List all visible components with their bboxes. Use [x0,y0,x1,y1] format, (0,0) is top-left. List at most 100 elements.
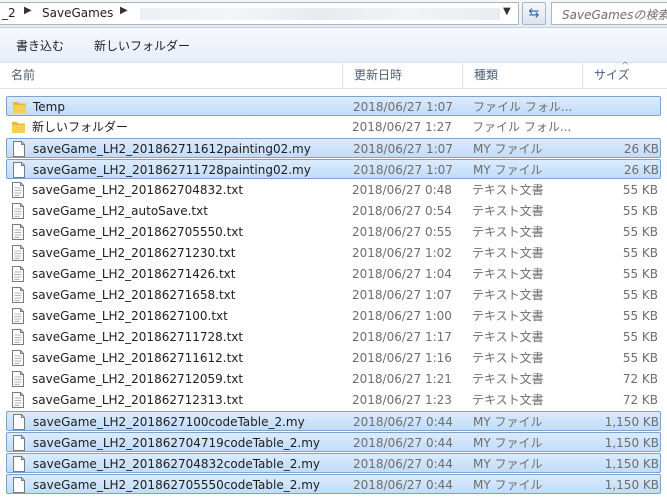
text-file-icon [11,392,25,408]
file-date: 2018/06/27 1:07 [353,100,453,114]
file-size: 1,150 KB [604,436,659,450]
search-input[interactable]: SaveGamesの検索 [551,2,667,25]
file-name: 新しいフォルダー [32,120,129,134]
file-type: テキスト文書 [472,246,544,260]
chevron-down-icon[interactable]: ▼ [503,6,511,17]
address-bar: _2 ▶ SaveGames ▶ ▼ ⇆ SaveGamesの検索 [0,0,667,28]
file-date: 2018/06/27 1:00 [352,309,452,323]
file-date: 2018/06/27 0:44 [353,478,453,492]
breadcrumb[interactable]: _2 ▶ SaveGames ▶ ▼ [0,2,519,25]
file-type: テキスト文書 [472,351,544,365]
burn-button[interactable]: 書き込む [16,37,64,54]
file-row[interactable]: saveGame_LH2_201862704719codeTable_2.my 2… [6,432,661,452]
column-header-date[interactable]: 更新日時 [342,63,462,88]
file-icon [12,141,26,157]
file-date: 2018/06/27 1:17 [352,330,452,344]
file-size [586,117,658,137]
folder-icon [11,119,25,135]
column-header-type[interactable]: 種類 [462,63,582,88]
text-file-icon [11,203,25,219]
file-row[interactable]: saveGame_LH2_201862711612painting02.my 20… [6,138,661,158]
file-name: saveGame_LH2_201862704832.txt [32,183,244,197]
file-row[interactable]: saveGame_LH2_201862705550codeTable_2.my 2… [6,474,661,494]
file-date: 2018/06/27 1:04 [352,267,452,281]
breadcrumb-item[interactable]: _2 [2,6,16,20]
breadcrumb-item[interactable]: SaveGames [42,6,113,20]
file-date: 2018/06/27 0:44 [353,415,453,429]
file-type: MY ファイル [473,436,543,450]
text-file-icon [11,371,25,387]
file-size: 55 KB [622,246,658,260]
folder-icon [12,99,26,115]
file-name: saveGame_LH2_2018627100codeTable_2.my [33,415,305,429]
column-header-name[interactable]: 名前 [0,63,342,88]
file-type: テキスト文書 [472,267,544,281]
chevron-right-icon[interactable]: ▶ [24,5,32,16]
file-row[interactable]: saveGame_LH2_201862711728painting02.my 20… [6,159,661,179]
file-date: 2018/06/27 1:21 [352,372,452,386]
file-name: saveGame_LH2_20186271658.txt [32,288,236,302]
file-date: 2018/06/27 1:07 [353,142,453,156]
file-row[interactable]: Temp 2018/06/27 1:07 ファイル フォル... [6,96,661,116]
file-size: 55 KB [622,267,658,281]
column-header: 名前 更新日時 種類 サイズ ^ [0,61,667,89]
search-placeholder: SaveGamesの検索 [562,8,667,22]
text-file-icon [11,182,25,198]
file-type: テキスト文書 [472,183,544,197]
file-icon [12,414,26,430]
file-type: テキスト文書 [472,204,544,218]
text-file-icon [11,308,25,324]
file-date: 2018/06/27 1:07 [353,163,453,177]
file-date: 2018/06/27 0:44 [353,436,453,450]
file-icon [12,456,26,472]
file-row[interactable]: saveGame_LH2_201862711728.txt 2018/06/27 … [6,327,661,347]
file-size: 55 KB [622,183,658,197]
file-size [587,97,659,117]
file-name: saveGame_LH2_2018627100.txt [32,309,228,323]
file-row[interactable]: saveGame_LH2_20186271230.txt 2018/06/27 1… [6,243,661,263]
file-row[interactable]: saveGame_LH2_201862705550.txt 2018/06/27 … [6,222,661,242]
file-size: 55 KB [622,288,658,302]
file-date: 2018/06/27 1:16 [352,351,452,365]
file-row[interactable]: saveGame_LH2_201862712313.txt 2018/06/27 … [6,390,661,410]
file-row[interactable]: saveGame_LH2_20186271426.txt 2018/06/27 1… [6,264,661,284]
blurred-path [140,8,500,20]
file-type: テキスト文書 [472,288,544,302]
file-type: MY ファイル [473,142,543,156]
file-row[interactable]: saveGame_LH2_201862712059.txt 2018/06/27 … [6,369,661,389]
file-icon [12,435,26,451]
text-file-icon [11,266,25,282]
file-row[interactable]: saveGame_LH2_20186271658.txt 2018/06/27 1… [6,285,661,305]
file-date: 2018/06/27 1:27 [352,120,452,134]
file-type: MY ファイル [473,415,543,429]
new-folder-button[interactable]: 新しいフォルダー [94,37,190,54]
file-name: saveGame_LH2_201862704832codeTable_2.my [33,457,320,471]
file-date: 2018/06/27 0:54 [352,204,452,218]
file-name: saveGame_LH2_201862705550.txt [32,225,244,239]
text-file-icon [11,329,25,345]
file-row[interactable]: saveGame_LH2_2018627100.txt 2018/06/27 1:… [6,306,661,326]
file-row[interactable]: saveGame_LH2_2018627100codeTable_2.my 201… [6,411,661,431]
file-name: Temp [33,100,65,114]
file-row[interactable]: saveGame_LH2_201862711612.txt 2018/06/27 … [6,348,661,368]
text-file-icon [11,245,25,261]
chevron-right-icon[interactable]: ▶ [120,5,128,16]
file-size: 1,150 KB [604,415,659,429]
refresh-button[interactable]: ⇆ [522,2,546,25]
file-row[interactable]: saveGame_LH2_201862704832codeTable_2.my 2… [6,453,661,473]
file-row[interactable]: 新しいフォルダー 2018/06/27 1:27 ファイル フォル... [6,117,661,137]
toolbar: 書き込む 新しいフォルダー [0,28,667,63]
file-size: 72 KB [622,393,658,407]
file-date: 2018/06/27 1:23 [352,393,452,407]
file-type: テキスト文書 [472,393,544,407]
file-size: 55 KB [622,309,658,323]
file-row[interactable]: saveGame_LH2_autoSave.txt 2018/06/27 0:54… [6,201,661,221]
file-name: saveGame_LH2_20186271426.txt [32,267,236,281]
file-name: saveGame_LH2_201862712059.txt [32,372,244,386]
file-size: 26 KB [623,142,659,156]
text-file-icon [11,350,25,366]
file-name: saveGame_LH2_20186271230.txt [32,246,236,260]
file-row[interactable]: saveGame_LH2_201862704832.txt 2018/06/27 … [6,180,661,200]
file-name: saveGame_LH2_201862712313.txt [32,393,244,407]
refresh-icon: ⇆ [528,6,540,21]
